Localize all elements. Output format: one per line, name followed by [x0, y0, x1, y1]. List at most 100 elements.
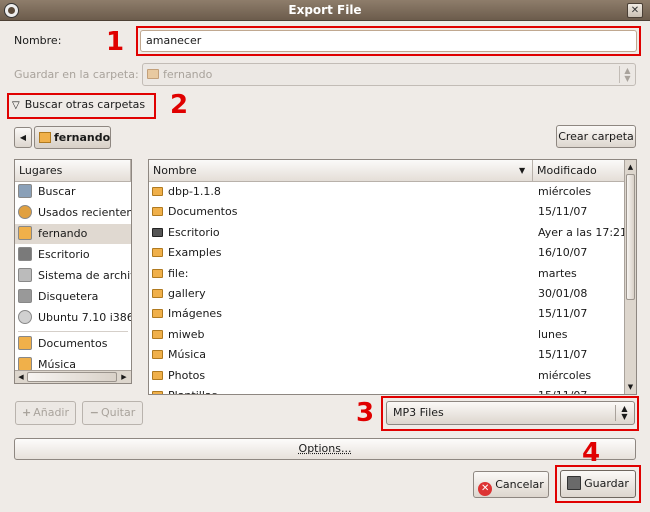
places-item-label: Escritorio	[38, 248, 90, 261]
file-row[interactable]: Imágenes 15/11/07	[149, 304, 624, 324]
file-name-input[interactable]: amanecer	[140, 30, 637, 52]
file-type-combo[interactable]: MP3 Files ▲ ▼	[386, 401, 635, 425]
cdrom-icon	[18, 310, 32, 324]
save-button[interactable]: Guardar	[560, 470, 636, 498]
add-place-button[interactable]: + Añadir	[15, 401, 76, 425]
folder-icon	[152, 187, 163, 196]
close-button[interactable]: ✕	[627, 3, 643, 18]
cancel-label: Cancelar	[495, 478, 544, 491]
places-item[interactable]: Sistema de archiv	[15, 266, 131, 286]
remove-place-button[interactable]: − Quitar	[82, 401, 143, 425]
file-row[interactable]: Plantillas 15/11/07	[149, 386, 624, 394]
places-item-label: Disquetera	[38, 290, 99, 303]
places-item[interactable]: Ubuntu 7.10 i386	[15, 308, 131, 328]
file-modified: 15/11/07	[538, 386, 587, 394]
cancel-icon: ✕	[478, 482, 493, 496]
file-row[interactable]: gallery 30/01/08	[149, 284, 624, 304]
file-modified: Ayer a las 17:21	[538, 225, 624, 239]
folder-icon	[152, 207, 163, 217]
minus-icon: −	[89, 406, 99, 419]
file-row[interactable]: Examples 16/10/07	[149, 243, 624, 263]
file-name: Imágenes	[168, 307, 222, 321]
create-folder-button[interactable]: Crear carpeta	[556, 125, 636, 148]
scroll-down-icon[interactable]: ▼	[625, 382, 636, 392]
recent-icon	[18, 205, 32, 219]
create-folder-label: Crear carpeta	[558, 130, 634, 143]
file-row[interactable]: Photos miércoles	[149, 366, 624, 386]
file-name: Plantillas	[168, 389, 217, 394]
sort-down-icon: ▼	[519, 166, 526, 175]
floppy-save-icon	[567, 476, 582, 490]
places-hscrollbar[interactable]: ◀ ▶	[15, 370, 131, 383]
file-modified: 15/11/07	[538, 307, 588, 321]
folder-icon	[152, 350, 163, 360]
cancel-button[interactable]: ✕ Cancelar	[473, 471, 549, 498]
file-name: Examples	[168, 246, 222, 260]
annotation-2: 2	[170, 90, 189, 120]
file-modified: 30/01/08	[538, 287, 588, 300]
places-separator	[18, 331, 128, 332]
save-in-label: Guardar en la carpeta:	[14, 68, 139, 81]
path-back-button[interactable]: ◀	[14, 127, 32, 148]
places-item[interactable]: Documentos	[15, 334, 131, 354]
window-title: Export File	[288, 3, 362, 17]
file-name: miweb	[168, 327, 205, 341]
file-name: dbp-1.1.8	[168, 185, 221, 198]
floppy-icon	[18, 289, 32, 303]
places-item[interactable]: Usados recientem	[15, 203, 131, 223]
places-item[interactable]: Buscar	[15, 182, 131, 202]
left-arrow-icon: ◀	[19, 133, 27, 142]
files-vscroll-thumb[interactable]	[626, 174, 635, 300]
file-row[interactable]: Música 15/11/07	[149, 345, 624, 365]
places-hscroll-thumb[interactable]	[27, 372, 117, 382]
file-name: Escritorio	[168, 225, 220, 239]
desktop-icon	[152, 227, 163, 237]
places-item-label: Sistema de archiv	[38, 269, 131, 282]
folder-icon	[152, 329, 163, 339]
save-in-combo[interactable]: fernando ▲ ▼	[142, 63, 636, 86]
file-row[interactable]: Escritorio Ayer a las 17:21	[149, 223, 624, 243]
places-list: Buscar Usados recientem fernando Escritorio…	[15, 182, 131, 370]
folder-icon	[152, 309, 163, 319]
name-column-header[interactable]: Nombre ▼	[149, 160, 533, 182]
folder-icon	[18, 336, 32, 350]
file-row[interactable]: file: martes	[149, 264, 624, 284]
scroll-up-icon[interactable]: ▲	[625, 162, 636, 172]
file-type-value: MP3 Files	[393, 406, 444, 419]
file-row[interactable]: miweb lunes	[149, 325, 624, 345]
folder-icon	[18, 357, 32, 370]
places-item[interactable]: Música	[15, 355, 131, 370]
close-icon: ✕	[630, 5, 640, 16]
modified-column-header[interactable]: Modificado	[533, 160, 624, 182]
modified-column-label: Modificado	[537, 164, 597, 177]
file-row[interactable]: Documentos 15/11/07	[149, 202, 624, 222]
files-panel: Nombre ▼ Modificado dbp-1.1.8 miércoles Do…	[148, 159, 637, 395]
file-modified: lunes	[538, 327, 568, 341]
places-item[interactable]: Disquetera	[15, 287, 131, 307]
title-bar: Export File ✕	[0, 0, 650, 21]
file-name: Música	[168, 348, 207, 362]
places-item[interactable]: fernando	[15, 224, 131, 244]
files-vscrollbar[interactable]: ▲ ▼	[624, 160, 636, 394]
triangle-down-icon: ▽	[12, 100, 20, 111]
file-modified: 16/10/07	[538, 246, 588, 260]
save-in-value: fernando	[163, 68, 213, 81]
file-modified: martes	[538, 266, 577, 280]
folder-icon	[152, 289, 163, 298]
home-folder-icon	[39, 132, 51, 143]
scroll-right-icon[interactable]: ▶	[119, 372, 129, 382]
home-folder-icon	[18, 226, 32, 240]
file-row[interactable]: dbp-1.1.8 miércoles	[149, 182, 624, 202]
browse-expander[interactable]: ▽ Buscar otras carpetas	[12, 98, 145, 115]
scroll-left-icon[interactable]: ◀	[16, 372, 26, 382]
browse-label: Buscar otras carpetas	[24, 98, 146, 111]
search-icon	[18, 184, 32, 198]
file-name: Photos	[168, 368, 206, 382]
places-header: Lugares	[15, 160, 131, 182]
filesystem-icon	[18, 268, 32, 282]
places-item[interactable]: Escritorio	[15, 245, 131, 265]
path-segment-fernando[interactable]: fernando	[34, 126, 111, 149]
options-button[interactable]: Options...	[14, 438, 636, 460]
file-name-value: amanecer	[146, 34, 202, 47]
annotation-4: 4	[582, 438, 601, 468]
